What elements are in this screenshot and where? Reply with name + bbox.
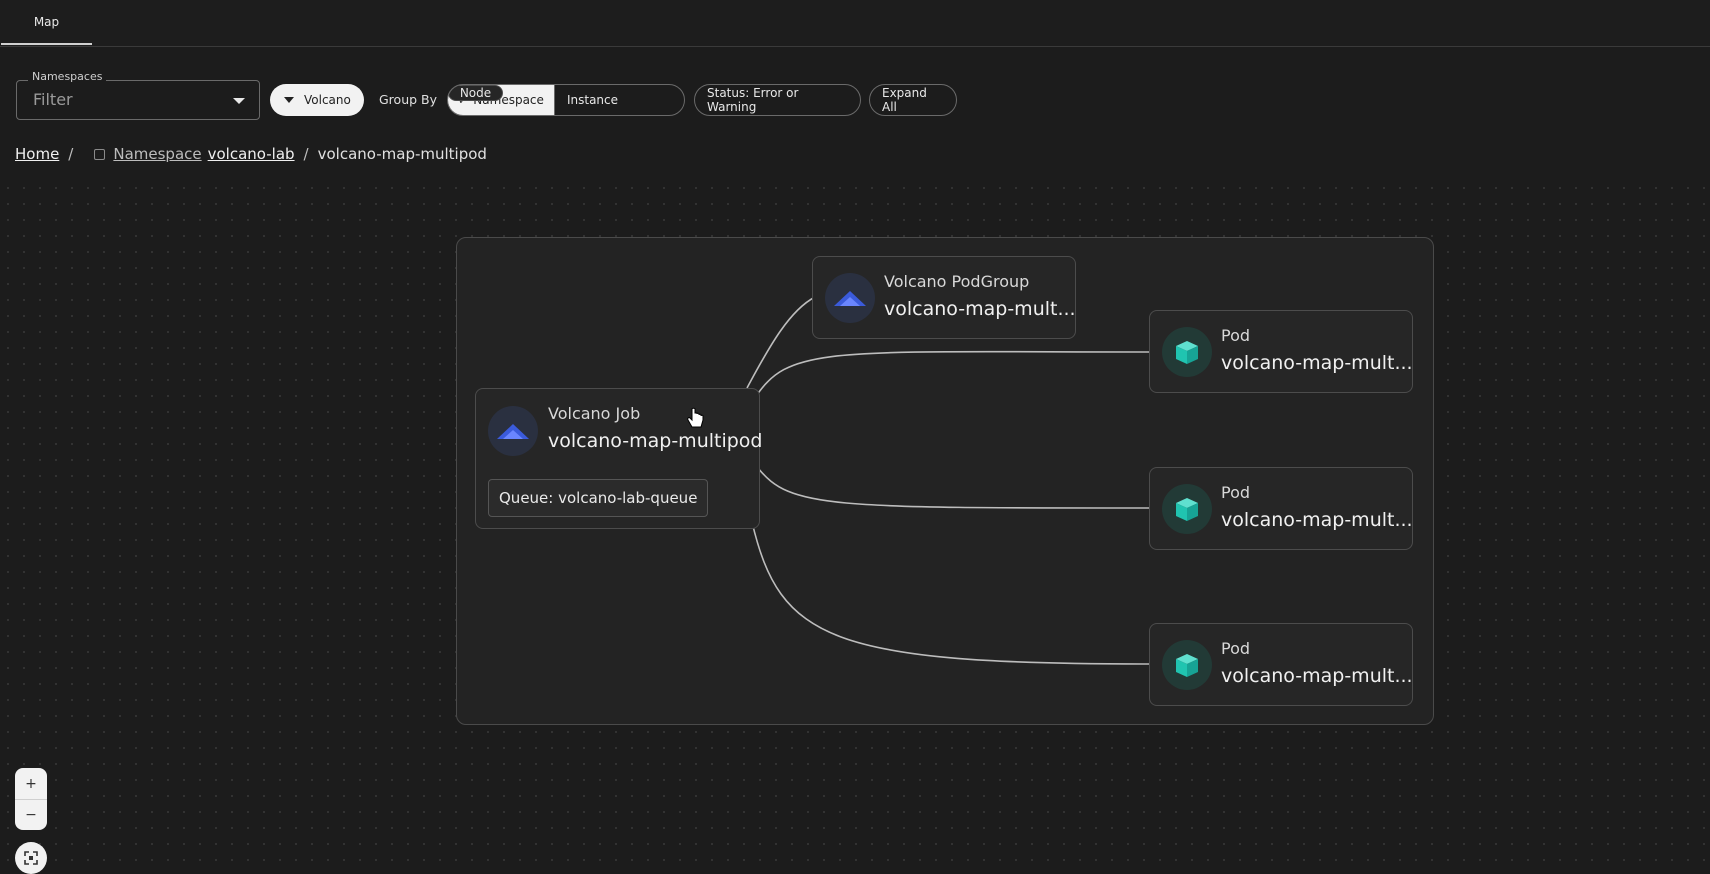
zoom-in-button[interactable]: + bbox=[15, 768, 47, 799]
node-name: volcano-map-mult... bbox=[1221, 665, 1413, 687]
pod-avatar bbox=[1162, 327, 1212, 377]
group-by-instance[interactable]: Instance bbox=[554, 85, 630, 115]
node-name: volcano-map-mult... bbox=[884, 298, 1076, 320]
breadcrumb-current: volcano-map-multipod bbox=[317, 145, 487, 163]
tab-bar: Map bbox=[0, 0, 1710, 47]
zoom-controls: + − bbox=[15, 768, 47, 830]
volcano-filter-chip[interactable]: Volcano bbox=[270, 84, 364, 116]
dropdown-arrow-icon[interactable] bbox=[233, 98, 245, 104]
tab-map[interactable]: Map bbox=[1, 0, 92, 45]
status-filter-chip[interactable]: Status: Error or Warning bbox=[694, 84, 861, 116]
node-kind: Volcano Job bbox=[548, 404, 641, 423]
volcano-icon bbox=[834, 291, 866, 306]
group-by-label: Group By bbox=[379, 92, 438, 107]
zoom-out-button[interactable]: − bbox=[15, 799, 47, 830]
hand-cursor-icon bbox=[687, 407, 704, 428]
fit-view-button[interactable] bbox=[15, 842, 47, 874]
queue-badge: Queue: volcano-lab-queue bbox=[488, 479, 709, 517]
pod-node[interactable]: Pod volcano-map-mult... bbox=[1149, 310, 1413, 393]
node-kind: Pod bbox=[1221, 483, 1251, 502]
breadcrumb-home[interactable]: Home bbox=[15, 145, 59, 163]
namespaces-filter-input[interactable] bbox=[31, 89, 225, 110]
volcano-icon bbox=[497, 424, 529, 439]
volcano-podgroup-node[interactable]: Volcano PodGroup volcano-map-mult... bbox=[812, 256, 1076, 339]
breadcrumb-namespace[interactable]: volcano-lab bbox=[208, 145, 295, 163]
expand-all-button[interactable]: Expand All bbox=[869, 84, 957, 116]
volcano-job-avatar bbox=[488, 406, 538, 456]
pod-node[interactable]: Pod volcano-map-mult... bbox=[1149, 623, 1413, 706]
namespaces-filter[interactable] bbox=[16, 80, 260, 120]
cube-icon bbox=[1176, 654, 1198, 677]
node-kind: Pod bbox=[1221, 326, 1251, 345]
pod-avatar bbox=[1162, 640, 1212, 690]
filter-icon bbox=[284, 97, 294, 103]
node-name: volcano-map-mult... bbox=[1221, 509, 1413, 531]
namespaces-label: Namespaces bbox=[28, 70, 107, 83]
volcano-podgroup-avatar bbox=[825, 273, 875, 323]
node-name: volcano-map-multipod bbox=[548, 430, 763, 452]
breadcrumb-separator: / bbox=[68, 145, 74, 163]
node-kind: Pod bbox=[1221, 639, 1251, 658]
fit-view-icon bbox=[24, 851, 38, 865]
breadcrumb-separator: / bbox=[303, 145, 309, 163]
node-kind: Volcano PodGroup bbox=[884, 272, 1030, 291]
breadcrumb: Home / Namespace volcano-lab / volcano-m… bbox=[15, 145, 487, 163]
volcano-filter-label: Volcano bbox=[304, 93, 351, 107]
pod-avatar bbox=[1162, 484, 1212, 534]
volcano-job-node[interactable]: Volcano Job volcano-map-multipod Queue: … bbox=[475, 388, 763, 529]
group-by-toggle: ✓ Namespace Instance Node bbox=[447, 84, 685, 116]
cube-icon bbox=[1176, 498, 1198, 521]
cube-icon bbox=[1176, 341, 1198, 364]
namespace-icon bbox=[94, 148, 106, 160]
node-name: volcano-map-mult... bbox=[1221, 352, 1413, 374]
pod-node[interactable]: Pod volcano-map-mult... bbox=[1149, 467, 1413, 550]
breadcrumb-namespace-prefix: Namespace bbox=[113, 145, 202, 163]
group-by-node[interactable]: Node bbox=[448, 85, 503, 101]
